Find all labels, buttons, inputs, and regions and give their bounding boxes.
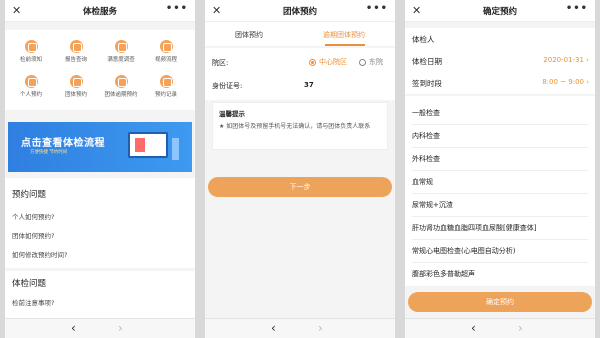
section-title: 体检问题: [12, 279, 47, 289]
divider: [412, 216, 588, 217]
grid-item-overdue[interactable]: 团体逾期预约: [101, 75, 141, 98]
radio-center-campus[interactable]: 中心院区: [309, 57, 347, 67]
grid-item-personal[interactable]: 个人预约: [11, 75, 51, 98]
divider: [412, 239, 588, 240]
bottom-nav: ‹ ›: [405, 318, 595, 338]
list-item: 尿常规+沉渣: [412, 201, 453, 209]
list-item: 常规心电图检查(心电图自动分析): [412, 247, 516, 255]
page-title: 团体预约: [282, 6, 317, 17]
faq-item[interactable]: 如何修改预约时间?: [5, 249, 67, 259]
more-icon[interactable]: •••: [566, 3, 588, 14]
service-screen: ✕ 体检服务 ••• 检前须知 报告查询 满意度调查 视频流程 个人预约 团体预…: [5, 0, 195, 338]
tab-overdue-booking[interactable]: 逾期团体预约: [323, 30, 365, 40]
booking-form: 院区: 中心院区 东院 身份证号: 37: [205, 48, 395, 100]
person-label: 体检人: [412, 35, 435, 44]
document-illustration: [172, 138, 179, 160]
group-icon: [69, 75, 83, 88]
bottom-nav: ‹ ›: [205, 318, 395, 338]
tab-group-booking[interactable]: 团体预约: [235, 30, 263, 40]
booking-faq: 预约问题 个人如何预约? 团体如何预约? 如何修改预约时间?: [5, 178, 195, 268]
grid-item-record[interactable]: 预约记录: [146, 75, 186, 98]
top-bar: ✕ 体检服务 •••: [5, 0, 195, 22]
date-picker[interactable]: 2020-01-31 ›: [543, 56, 589, 64]
divider: [412, 170, 588, 171]
hospital-label: 院区:: [212, 59, 229, 67]
process-banner[interactable]: 点击查看体检流程 方便快捷 节约时间: [8, 122, 192, 172]
report-icon: [69, 40, 83, 53]
list-item: 内科检查: [412, 132, 440, 140]
faq-item[interactable]: 检前注意事项?: [5, 297, 54, 307]
top-bar: ✕ 确定预约 •••: [405, 0, 595, 22]
tips-text: ★ 如团体号及预留手机号无法确认，请与团体负责人联系: [219, 123, 371, 130]
forward-icon[interactable]: ›: [518, 321, 523, 335]
section-title: 预约问题: [12, 190, 47, 200]
tab-indicator: [325, 44, 365, 46]
next-button[interactable]: 下一步: [208, 177, 392, 197]
list-item: 一般检查: [412, 109, 440, 117]
personal-icon: [24, 75, 38, 88]
grid-item-group[interactable]: 团体预约: [56, 75, 96, 98]
id-number-input[interactable]: 37: [304, 81, 314, 89]
grid-item-video[interactable]: 视频流程: [146, 40, 186, 63]
forward-icon[interactable]: ›: [118, 321, 123, 335]
grid-item-survey[interactable]: 满意度调查: [101, 40, 141, 63]
video-icon: [159, 40, 173, 53]
radio-checked-icon: [309, 58, 316, 66]
confirm-booking-screen: ✕ 确定预约 ••• 体检人 体检日期 2020-01-31 › 签到时段 8:…: [405, 0, 595, 338]
close-icon[interactable]: ✕: [212, 4, 221, 17]
radio-unchecked-icon: [359, 58, 366, 66]
list-item: 腹部彩色多普勒超声: [412, 270, 475, 278]
banner-subtitle: 方便快捷 节约时间: [30, 150, 68, 155]
banner-title: 点击查看体检流程: [21, 138, 105, 149]
bottom-nav: ‹ ›: [5, 318, 195, 338]
record-icon: [159, 75, 173, 88]
page-title: 体检服务: [82, 6, 117, 17]
radio-east-campus[interactable]: 东院: [359, 57, 383, 67]
tips-box: 温馨提示 ★ 如团体号及预留手机号无法确认，请与团体负责人联系: [212, 102, 388, 150]
divider: [412, 193, 588, 194]
exam-faq: 体检问题 检前注意事项?: [5, 271, 195, 318]
grid-item-report[interactable]: 报告查询: [56, 40, 96, 63]
booking-info: 体检人 体检日期 2020-01-31 › 签到时段 8:00 ~ 9:00 ›: [405, 28, 595, 94]
faq-item[interactable]: 团体如何预约?: [5, 230, 54, 240]
overdue-icon: [114, 75, 128, 88]
list-item: 血常规: [412, 178, 433, 186]
close-icon[interactable]: ✕: [412, 4, 421, 17]
faq-item[interactable]: 个人如何预约?: [5, 211, 54, 221]
exam-item-list: 一般检查 内科检查 外科检查 血常规 尿常规+沉渣 肝功肾功血糖血脂四项血尿酸[…: [405, 96, 595, 286]
grid-item-notice[interactable]: 检前须知: [11, 40, 51, 63]
close-icon[interactable]: ✕: [12, 4, 21, 17]
confirm-booking-button[interactable]: 确定预约: [408, 292, 592, 312]
more-icon[interactable]: •••: [366, 3, 388, 14]
forward-icon[interactable]: ›: [318, 321, 323, 335]
laptop-illustration: [128, 132, 168, 158]
divider: [412, 147, 588, 148]
survey-icon: [114, 40, 128, 53]
divider: [412, 124, 588, 125]
list-item: 肝功肾功血糖血脂四项血尿酸[健康查体]: [412, 224, 537, 232]
page-title: 确定预约: [482, 6, 517, 17]
tips-title: 温馨提示: [219, 110, 245, 118]
slot-label: 签到时段: [412, 79, 442, 88]
back-icon[interactable]: ‹: [71, 321, 76, 335]
back-icon[interactable]: ‹: [271, 321, 276, 335]
divider: [412, 262, 588, 263]
group-booking-screen: ✕ 团体预约 ••• 团体预约 逾期团体预约 院区: 中心院区 东院 身份证号:…: [205, 0, 395, 338]
list-item: 外科检查: [412, 155, 440, 163]
service-grid: 检前须知 报告查询 满意度调查 视频流程 个人预约 团体预约 团体逾期预约 预约…: [5, 30, 195, 110]
top-bar: ✕ 团体预约 •••: [205, 0, 395, 22]
slot-picker[interactable]: 8:00 ~ 9:00 ›: [542, 78, 589, 86]
back-icon[interactable]: ‹: [471, 321, 476, 335]
tab-bar: 团体预约 逾期团体预约: [205, 22, 395, 46]
date-label: 体检日期: [412, 57, 442, 66]
id-label: 身份证号:: [212, 82, 243, 90]
notice-icon: [24, 40, 38, 53]
more-icon[interactable]: •••: [166, 3, 188, 14]
